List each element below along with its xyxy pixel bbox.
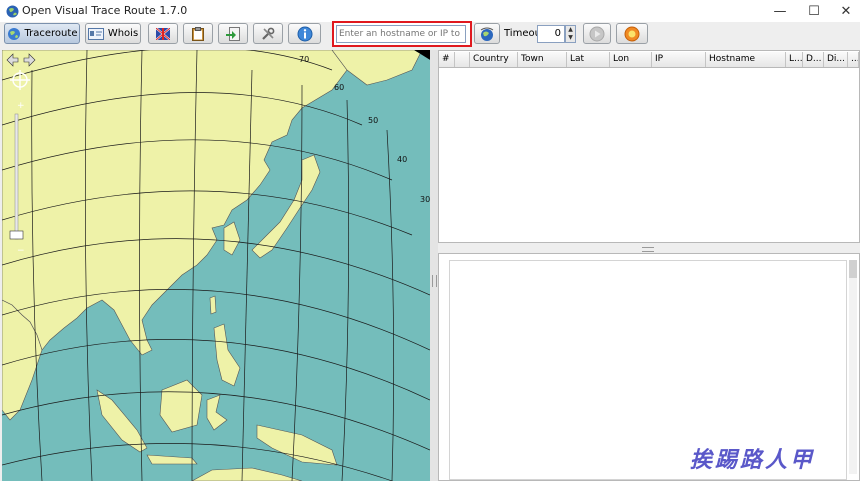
route-table[interactable]: # Country Town Lat Lon IP Hostname L... … [438,50,860,243]
stop-icon [624,26,640,41]
traceroute-button[interactable]: Traceroute [4,23,80,44]
whois-button[interactable]: Whois [85,23,141,44]
flag-icon [156,27,170,40]
spinner-down-icon[interactable]: ▼ [566,34,575,42]
vertical-splitter[interactable] [430,50,438,481]
info-icon [297,26,312,41]
info-button[interactable] [288,23,321,44]
flag-button[interactable] [148,23,178,44]
zoom-out-icon: − [17,246,25,256]
col-town[interactable]: Town [518,52,567,67]
col-hostname[interactable]: Hostname [706,52,786,67]
splitter-grip-icon[interactable] [432,275,437,287]
hostname-input[interactable] [336,25,466,43]
col-number[interactable]: # [439,52,455,67]
zoom-slider-track [14,113,19,240]
lat-label-50: 50 [368,116,378,125]
spinner-up-icon[interactable]: ▲ [566,26,575,34]
settings-button[interactable] [253,23,283,44]
go-trace-button[interactable] [474,23,500,44]
tools-icon [262,27,275,40]
globe-icon [7,27,20,40]
globe-map[interactable]: 70 60 50 40 30 + − [2,50,430,481]
col-lat[interactable]: Lat [567,52,610,67]
radar-globe-icon [480,27,494,41]
minimize-button[interactable]: — [764,0,796,22]
col-latency[interactable]: L... [786,52,803,67]
detail-scrollbar-thumb[interactable] [849,260,857,278]
watermark: 挨踢路人甲 [690,447,816,473]
title-bar: Open Visual Trace Route 1.7.0 — ☐ ✕ [0,0,860,22]
lat-label-30: 30 [420,195,430,204]
col-country[interactable]: Country [470,52,518,67]
clipboard-icon [192,26,204,41]
lat-label-70: 70 [299,55,309,64]
lat-label-60: 60 [334,83,344,92]
col-flag[interactable] [455,52,470,67]
id-card-icon [87,27,104,40]
splitter-grip-icon[interactable] [642,247,654,252]
close-button[interactable]: ✕ [830,0,860,22]
window-title: Open Visual Trace Route 1.7.0 [22,4,188,17]
col-distance[interactable]: Di... [824,52,848,67]
timeout-input[interactable]: 0 [537,25,565,43]
export-icon [226,26,240,41]
horizontal-splitter[interactable] [438,243,860,253]
whois-label: Whois [107,28,139,39]
zoom-slider-thumb [9,230,24,240]
export-button[interactable] [218,23,248,44]
col-dns[interactable]: D... [803,52,824,67]
play-icon [589,26,605,41]
app-globe-icon [6,5,19,18]
play-button[interactable] [583,23,611,44]
maximize-button[interactable]: ☐ [798,0,830,22]
clipboard-button[interactable] [183,23,213,44]
land-taiwan [209,295,217,315]
zoom-in-icon: + [17,101,25,111]
col-ip[interactable]: IP [652,52,706,67]
lat-label-40: 40 [397,155,407,164]
table-header: # Country Town Lat Lon IP Hostname L... … [439,52,859,68]
detail-scrollbar[interactable] [849,260,857,474]
hostname-highlight-box [332,21,472,47]
traceroute-label: Traceroute [24,28,78,39]
timeout-spinner[interactable]: ▲ ▼ [565,25,576,43]
col-lon[interactable]: Lon [610,52,652,67]
col-more[interactable]: ... [848,52,859,67]
globe-svg[interactable]: 70 60 50 40 30 + − [2,50,430,481]
stop-button[interactable] [616,23,648,44]
